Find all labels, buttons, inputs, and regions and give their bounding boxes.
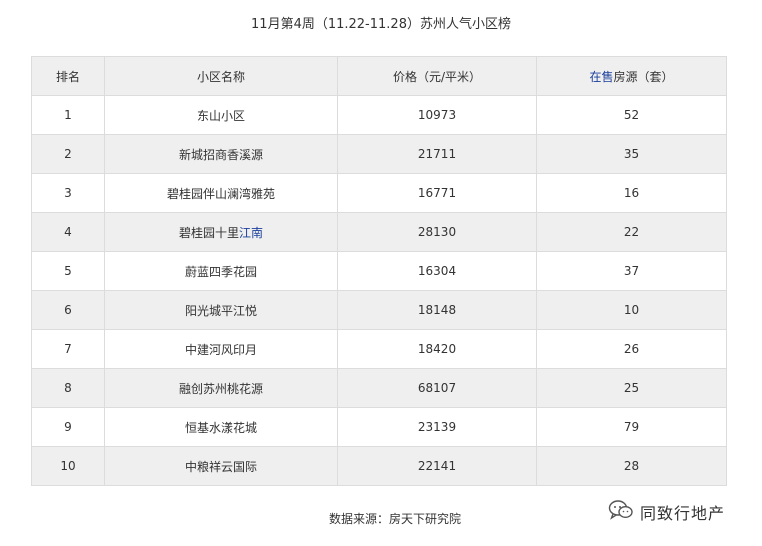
cell-name: 融创苏州桃花源	[104, 368, 338, 408]
table-row: 8 融创苏州桃花源 68107 25	[31, 368, 727, 408]
cell-price: 68107	[337, 368, 537, 408]
cell-rank: 8	[31, 368, 105, 408]
cell-name: 阳光城平江悦	[104, 290, 338, 330]
community-name: 融创苏州桃花源	[178, 381, 263, 396]
cell-name: 中粮祥云国际	[104, 446, 338, 486]
community-name: 中粮祥云国际	[184, 459, 257, 474]
cell-listings: 26	[536, 329, 727, 369]
cell-rank: 7	[31, 329, 105, 369]
community-name: 阳光城平江悦	[184, 303, 257, 318]
table-row: 1 东山小区 10973 52	[31, 95, 727, 135]
cell-name: 新城招商香溪源	[104, 134, 338, 174]
header-price: 价格（元/平米）	[337, 56, 537, 96]
cell-rank: 1	[31, 95, 105, 135]
header-rank: 排名	[31, 56, 105, 96]
table-header-row: 排名 小区名称 价格（元/平米） 在售房源（套）	[31, 56, 727, 96]
cell-rank: 6	[31, 290, 105, 330]
cell-rank: 9	[31, 407, 105, 447]
cell-price: 18420	[337, 329, 537, 369]
community-name: 碧桂园十里	[178, 225, 239, 240]
header-listings-link[interactable]: 在售	[589, 70, 613, 84]
cell-rank: 10	[31, 446, 105, 486]
cell-price: 22141	[337, 446, 537, 486]
table-row: 7 中建河风印月 18420 26	[31, 329, 727, 369]
cell-price: 23139	[337, 407, 537, 447]
cell-listings: 22	[536, 212, 727, 252]
page-title: 11月第4周（11.22-11.28）苏州人气小区榜	[251, 17, 511, 32]
cell-price: 21711	[337, 134, 537, 174]
table-row: 9 恒基水漾花城 23139 79	[31, 407, 727, 447]
cell-listings: 25	[536, 368, 727, 408]
cell-price: 18148	[337, 290, 537, 330]
cell-price: 10973	[337, 95, 537, 135]
wechat-icon	[608, 499, 634, 525]
cell-listings: 16	[536, 173, 727, 213]
community-name: 东山小区	[196, 108, 245, 123]
cell-listings: 10	[536, 290, 727, 330]
cell-name: 碧桂园十里江南	[104, 212, 338, 252]
header-listings: 在售房源（套）	[536, 56, 727, 96]
community-name: 新城招商香溪源	[178, 147, 263, 162]
community-name-link[interactable]: 江南	[239, 226, 263, 240]
cell-listings: 37	[536, 251, 727, 291]
cell-rank: 4	[31, 212, 105, 252]
cell-listings: 79	[536, 407, 727, 447]
cell-rank: 3	[31, 173, 105, 213]
cell-name: 蔚蓝四季花园	[104, 251, 338, 291]
cell-rank: 2	[31, 134, 105, 174]
table-row: 6 阳光城平江悦 18148 10	[31, 290, 727, 330]
community-name: 碧桂园伴山澜湾雅苑	[166, 186, 275, 201]
header-name: 小区名称	[104, 56, 338, 96]
community-name: 蔚蓝四季花园	[184, 264, 257, 279]
table-row: 4 碧桂园十里江南 28130 22	[31, 212, 727, 252]
cell-listings: 28	[536, 446, 727, 486]
cell-name: 东山小区	[104, 95, 338, 135]
cell-price: 16304	[337, 251, 537, 291]
header-listings-label: 房源（套）	[613, 69, 674, 84]
brand-watermark: 同致行地产	[608, 499, 725, 525]
community-name: 中建河风印月	[184, 342, 257, 357]
cell-rank: 5	[31, 251, 105, 291]
cell-name: 碧桂园伴山澜湾雅苑	[104, 173, 338, 213]
cell-listings: 35	[536, 134, 727, 174]
cell-name: 恒基水漾花城	[104, 407, 338, 447]
table-row: 5 蔚蓝四季花园 16304 37	[31, 251, 727, 291]
cell-listings: 52	[536, 95, 727, 135]
table-row: 10 中粮祥云国际 22141 28	[31, 446, 727, 486]
table-row: 3 碧桂园伴山澜湾雅苑 16771 16	[31, 173, 727, 213]
cell-name: 中建河风印月	[104, 329, 338, 369]
cell-price: 16771	[337, 173, 537, 213]
ranking-table: 排名 小区名称 价格（元/平米） 在售房源（套） 1 东山小区 10973 52 2 新城…	[31, 56, 727, 486]
community-name: 恒基水漾花城	[184, 420, 257, 435]
brand-name: 同致行地产	[640, 504, 726, 523]
cell-price: 28130	[337, 212, 537, 252]
table-row: 2 新城招商香溪源 21711 35	[31, 134, 727, 174]
